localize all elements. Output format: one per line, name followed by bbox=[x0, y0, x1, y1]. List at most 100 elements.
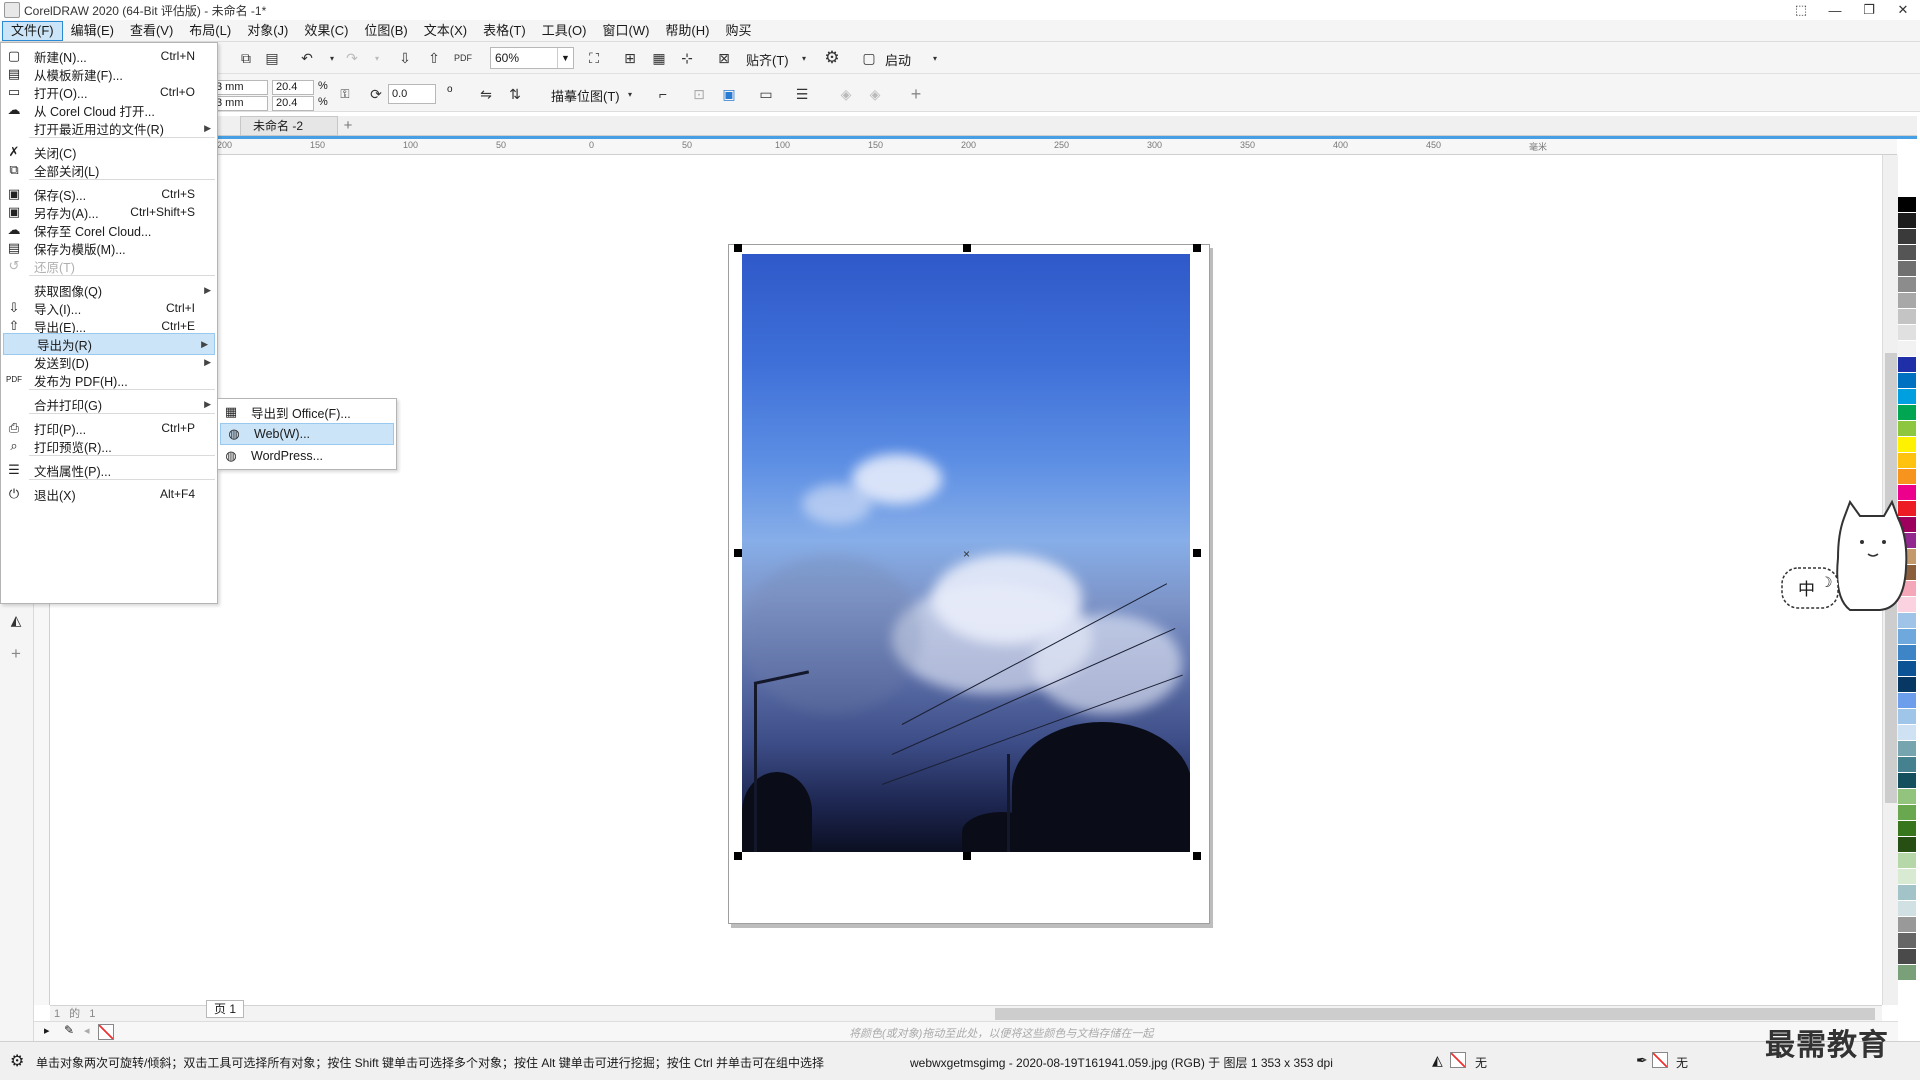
file-menu-item-18[interactable]: 合并打印(G) ▶ bbox=[1, 393, 217, 415]
palette-arrow-icon[interactable]: ▸ bbox=[44, 1024, 50, 1037]
palette-swatch[interactable] bbox=[1898, 805, 1916, 821]
palette-swatch[interactable] bbox=[1898, 757, 1916, 773]
snap-to-dropdown[interactable]: 贴齐(T) bbox=[746, 50, 789, 69]
palette-swatch[interactable] bbox=[1898, 965, 1916, 981]
resize-handle-right[interactable] bbox=[1193, 549, 1201, 557]
file-menu-item-21[interactable]: ☰ 文档属性(P)... bbox=[1, 459, 217, 481]
launch-dropdown[interactable]: 启动 bbox=[885, 50, 911, 69]
export-submenu-item-1[interactable]: ◍ Web(W)... bbox=[220, 423, 394, 445]
file-menu-item-22[interactable]: ⏻ 退出(X) Alt+F4 bbox=[1, 483, 217, 505]
file-menu-item-11[interactable]: ↺ 还原(T) bbox=[1, 255, 217, 277]
resize-handle-bottom-left[interactable] bbox=[734, 852, 742, 860]
grid-icon[interactable]: ▦ bbox=[647, 46, 671, 70]
palette-swatch[interactable] bbox=[1898, 341, 1916, 357]
palette-swatch[interactable] bbox=[1898, 645, 1916, 661]
palette-swatch[interactable] bbox=[1898, 437, 1916, 453]
menu-7[interactable]: 文本(X) bbox=[416, 21, 475, 41]
menu-5[interactable]: 效果(C) bbox=[296, 21, 356, 41]
file-menu-item-4[interactable]: 打开最近用过的文件(R) ▶ bbox=[1, 117, 217, 139]
minimize-icon[interactable]: — bbox=[1818, 0, 1852, 20]
file-menu-item-20[interactable]: ⌕ 打印预览(R)... bbox=[1, 435, 217, 457]
options-gear-icon[interactable]: ⚙ bbox=[820, 46, 844, 70]
page-navigator[interactable]: 1 的 1 bbox=[54, 1005, 98, 1021]
to-back-icon[interactable]: ◈ bbox=[863, 82, 887, 106]
page-tab-1[interactable]: 页 1 bbox=[206, 1000, 244, 1018]
fill-none-swatch[interactable] bbox=[1450, 1052, 1466, 1068]
scale-x-input[interactable]: 20.4 bbox=[272, 80, 314, 95]
palette-swatch[interactable] bbox=[1898, 373, 1916, 389]
launch-chevron-down-icon[interactable]: ▾ bbox=[923, 46, 947, 70]
zoom-level-input[interactable]: 60% ▼ bbox=[490, 47, 574, 69]
palette-swatch[interactable] bbox=[1898, 837, 1916, 853]
resize-handle-top[interactable] bbox=[963, 244, 971, 252]
menu-2[interactable]: 查看(V) bbox=[122, 21, 181, 41]
guidelines-icon[interactable]: ⊹ bbox=[675, 46, 699, 70]
palette-swatch[interactable] bbox=[1898, 677, 1916, 693]
palette-swatch[interactable] bbox=[1898, 869, 1916, 885]
palette-swatch[interactable] bbox=[1898, 629, 1916, 645]
palette-swatch[interactable] bbox=[1898, 453, 1916, 469]
snap-off-icon[interactable]: ⊠ bbox=[712, 46, 736, 70]
half-width-moon-icon[interactable]: ☽ bbox=[1820, 574, 1833, 591]
wrap-text-icon[interactable]: ☰ bbox=[790, 82, 814, 106]
palette-swatch[interactable] bbox=[1898, 853, 1916, 869]
mirror-horizontal-icon[interactable]: ⇋ bbox=[474, 82, 498, 106]
chevron-down-icon[interactable]: ▼ bbox=[557, 48, 573, 68]
palette-swatch[interactable] bbox=[1898, 293, 1916, 309]
horizontal-ruler[interactable]: 200 150 100 50 0 50 100 150 200 250 300 350 400 450 毫米 bbox=[217, 139, 1897, 155]
rotate-icon[interactable]: ⟳ bbox=[364, 82, 388, 106]
palette-swatch[interactable] bbox=[1898, 389, 1916, 405]
menu-0[interactable]: 文件(F) bbox=[2, 20, 63, 41]
launch-app-icon[interactable]: ▢ bbox=[857, 46, 881, 70]
interactive-fill-icon[interactable]: ◭ bbox=[4, 608, 28, 632]
import-toolbar-icon[interactable]: ⇩ bbox=[393, 46, 417, 70]
trace-bitmap-dropdown[interactable]: 描摹位图(T) bbox=[551, 86, 620, 105]
palette-swatch[interactable] bbox=[1898, 901, 1916, 917]
palette-swatch[interactable] bbox=[1898, 197, 1916, 213]
maximize-icon[interactable]: ❐ bbox=[1852, 0, 1886, 20]
export-submenu-item-0[interactable]: ▦ 导出到 Office(F)... bbox=[218, 401, 396, 423]
palette-swatch[interactable] bbox=[1898, 421, 1916, 437]
to-front-icon[interactable]: ◈ bbox=[834, 82, 858, 106]
resample-icon[interactable]: ▣ bbox=[717, 82, 741, 106]
menu-6[interactable]: 位图(B) bbox=[356, 21, 415, 41]
palette-swatch[interactable] bbox=[1898, 725, 1916, 741]
mirror-vertical-icon[interactable]: ⇅ bbox=[503, 82, 527, 106]
add-tab-icon[interactable]: + bbox=[338, 116, 358, 136]
rulers-icon[interactable]: ⊞ bbox=[618, 46, 642, 70]
edit-bitmap-icon[interactable]: ⊡ bbox=[687, 82, 711, 106]
rotation-angle-input[interactable]: 0.0 bbox=[388, 84, 436, 104]
palette-swatch[interactable] bbox=[1898, 821, 1916, 837]
full-screen-icon[interactable]: ⛶ bbox=[582, 46, 606, 70]
palette-swatch[interactable] bbox=[1898, 325, 1916, 341]
palette-swatch[interactable] bbox=[1898, 917, 1916, 933]
close-window-icon[interactable]: ✕ bbox=[1886, 0, 1920, 20]
menu-1[interactable]: 编辑(E) bbox=[63, 21, 122, 41]
palette-swatch[interactable] bbox=[1898, 309, 1916, 325]
horizontal-scrollbar[interactable] bbox=[50, 1005, 1882, 1021]
lock-ratio-icon[interactable]: ⚿ bbox=[333, 82, 357, 106]
palette-swatch[interactable] bbox=[1898, 709, 1916, 725]
status-gear-icon[interactable]: ⚙ bbox=[10, 1051, 24, 1071]
file-menu-item-6[interactable]: ⧉ 全部关闭(L) bbox=[1, 159, 217, 181]
palette-scroll-left-icon[interactable]: ◂ bbox=[84, 1024, 90, 1037]
menu-8[interactable]: 表格(T) bbox=[475, 21, 534, 41]
menu-4[interactable]: 对象(J) bbox=[239, 21, 296, 41]
pdf-toolbar-icon[interactable]: PDF bbox=[451, 46, 475, 70]
palette-swatch[interactable] bbox=[1898, 277, 1916, 293]
ime-mascot-widget[interactable] bbox=[1780, 498, 1910, 618]
copy-icon[interactable]: ⧉ bbox=[234, 46, 258, 70]
menu-12[interactable]: 购买 bbox=[717, 21, 759, 41]
center-marker-icon[interactable]: × bbox=[963, 547, 970, 561]
palette-swatch[interactable] bbox=[1898, 661, 1916, 677]
snap-chevron-down-icon[interactable]: ▾ bbox=[792, 46, 816, 70]
palette-swatch[interactable] bbox=[1898, 741, 1916, 757]
menu-3[interactable]: 布局(L) bbox=[181, 21, 239, 41]
add-property-icon[interactable]: + bbox=[904, 82, 928, 106]
file-menu-item-17[interactable]: PDF 发布为 PDF(H)... bbox=[1, 369, 217, 391]
resize-handle-left[interactable] bbox=[734, 549, 742, 557]
restore-view-icon[interactable]: ⬚ bbox=[1784, 0, 1818, 20]
tab-document-2[interactable]: 未命名 -2 bbox=[240, 116, 338, 136]
resize-handle-bottom-right[interactable] bbox=[1193, 852, 1201, 860]
width-input[interactable]: 3 mm bbox=[212, 80, 268, 95]
